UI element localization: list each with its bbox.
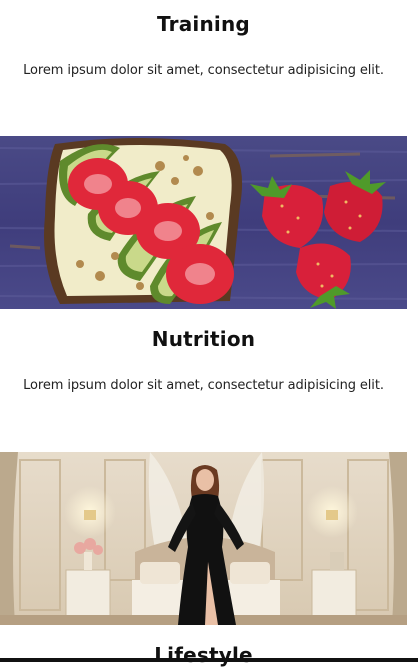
lifestyle-image: [0, 452, 407, 625]
bottom-divider: [0, 658, 418, 662]
section-description-nutrition: Lorem ipsum dolor sit amet, consectetur …: [23, 378, 384, 393]
section-title-training: Training: [157, 12, 250, 36]
nutrition-image: [0, 136, 407, 309]
section-title-lifestyle: Lifestyle: [154, 643, 253, 667]
section-title-nutrition: Nutrition: [151, 327, 256, 351]
section-description-training: Lorem ipsum dolor sit amet, consectetur …: [23, 63, 384, 78]
